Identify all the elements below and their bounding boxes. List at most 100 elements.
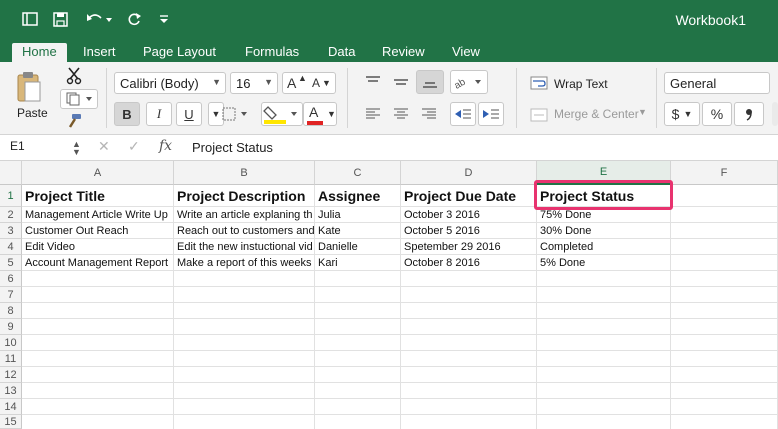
cell-b10[interactable] [174,335,315,351]
cell-c3[interactable]: Kate [315,223,401,239]
tab-view[interactable]: View [442,43,490,62]
select-all-corner[interactable] [0,161,22,185]
merge-center-button[interactable]: Merge & Center [554,107,639,121]
column-header-b[interactable]: B [174,161,315,185]
cell-f5[interactable] [671,255,778,271]
cell-f2[interactable] [671,207,778,223]
align-center-icon[interactable] [388,102,414,126]
cancel-icon[interactable]: ✕ [98,138,110,155]
column-header-c[interactable]: C [315,161,401,185]
formula-input[interactable]: Project Status [192,140,273,155]
underline-button[interactable]: U [176,102,202,126]
cell-d15[interactable] [401,415,537,429]
cell-d3[interactable]: October 5 2016 [401,223,537,239]
cell-a14[interactable] [22,399,174,415]
increase-indent-icon[interactable] [478,102,504,126]
row-header[interactable]: 13 [0,383,22,399]
cell-e5[interactable]: 5% Done [537,255,671,271]
cell-f7[interactable] [671,287,778,303]
cell-c10[interactable] [315,335,401,351]
cell-c9[interactable] [315,319,401,335]
cell-f15[interactable] [671,415,778,429]
cell-d9[interactable] [401,319,537,335]
row-header[interactable]: 10 [0,335,22,351]
merge-center-icon[interactable] [528,106,550,124]
row-header[interactable]: 9 [0,319,22,335]
cell-b3[interactable]: Reach out to customers and [174,223,315,239]
cell-f11[interactable] [671,351,778,367]
cell-f14[interactable] [671,399,778,415]
tab-insert[interactable]: Insert [73,43,126,62]
cell-f12[interactable] [671,367,778,383]
wrap-text-button[interactable]: Wrap Text [554,77,608,91]
wrap-text-icon[interactable] [528,74,550,92]
cell-a1[interactable]: Project Title [22,185,174,207]
column-header-f[interactable]: F [671,161,778,185]
borders-button[interactable] [219,102,255,126]
cell-a8[interactable] [22,303,174,319]
cell-b6[interactable] [174,271,315,287]
cell-e12[interactable] [537,367,671,383]
cell-f13[interactable] [671,383,778,399]
cell-e10[interactable] [537,335,671,351]
cell-c15[interactable] [315,415,401,429]
row-header[interactable]: 12 [0,367,22,383]
cell-a3[interactable]: Customer Out Reach [22,223,174,239]
cell-b5[interactable]: Make a report of this weeks [174,255,315,271]
cell-a12[interactable] [22,367,174,383]
cell-f1[interactable] [671,185,778,207]
italic-button[interactable]: I [146,102,172,126]
cell-c12[interactable] [315,367,401,383]
insert-function-icon[interactable]: fx [159,138,172,154]
cell-a11[interactable] [22,351,174,367]
cell-e7[interactable] [537,287,671,303]
cell-c1[interactable]: Assignee [315,185,401,207]
cell-e3[interactable]: 30% Done [537,223,671,239]
tab-review[interactable]: Review [372,43,435,62]
cell-b13[interactable] [174,383,315,399]
cell-d14[interactable] [401,399,537,415]
cell-d6[interactable] [401,271,537,287]
cell-d2[interactable]: October 3 2016 [401,207,537,223]
row-header[interactable]: 5 [0,255,22,271]
cell-c4[interactable]: Danielle [315,239,401,255]
cell-b4[interactable]: Edit the new instuctional vid [174,239,315,255]
cell-a15[interactable] [22,415,174,429]
decrease-indent-icon[interactable] [450,102,476,126]
cell-a5[interactable]: Account Management Report [22,255,174,271]
column-header-d[interactable]: D [401,161,537,185]
cell-b2[interactable]: Write an article explaning th [174,207,315,223]
cell-e8[interactable] [537,303,671,319]
row-header[interactable]: 11 [0,351,22,367]
cell-c5[interactable]: Kari [315,255,401,271]
cell-f9[interactable] [671,319,778,335]
cell-b7[interactable] [174,287,315,303]
cell-c2[interactable]: Julia [315,207,401,223]
row-header[interactable]: 4 [0,239,22,255]
tab-home[interactable]: Home [12,43,67,62]
cell-c14[interactable] [315,399,401,415]
cell-d10[interactable] [401,335,537,351]
cell-f8[interactable] [671,303,778,319]
cell-a2[interactable]: Management Article Write Up [22,207,174,223]
save-icon[interactable] [48,8,72,30]
grow-font-button[interactable]: A [287,75,296,91]
align-right-icon[interactable] [416,102,442,126]
font-name-select[interactable]: Calibri (Body) ▼ [114,72,226,94]
row-header[interactable]: 2 [0,207,22,223]
row-header[interactable]: 8 [0,303,22,319]
cell-a9[interactable] [22,319,174,335]
row-header[interactable]: 15 [0,415,22,429]
row-header[interactable]: 7 [0,287,22,303]
row-header[interactable]: 3 [0,223,22,239]
redo-icon[interactable] [122,8,146,30]
name-box-dropdown-icon[interactable]: ▼ [72,147,81,157]
name-box[interactable]: E1 [6,139,82,157]
paste-icon[interactable] [12,68,46,106]
cell-d12[interactable] [401,367,537,383]
cell-c7[interactable] [315,287,401,303]
cell-e9[interactable] [537,319,671,335]
cell-e6[interactable] [537,271,671,287]
row-header[interactable]: 6 [0,271,22,287]
tab-formulas[interactable]: Formulas [235,43,309,62]
